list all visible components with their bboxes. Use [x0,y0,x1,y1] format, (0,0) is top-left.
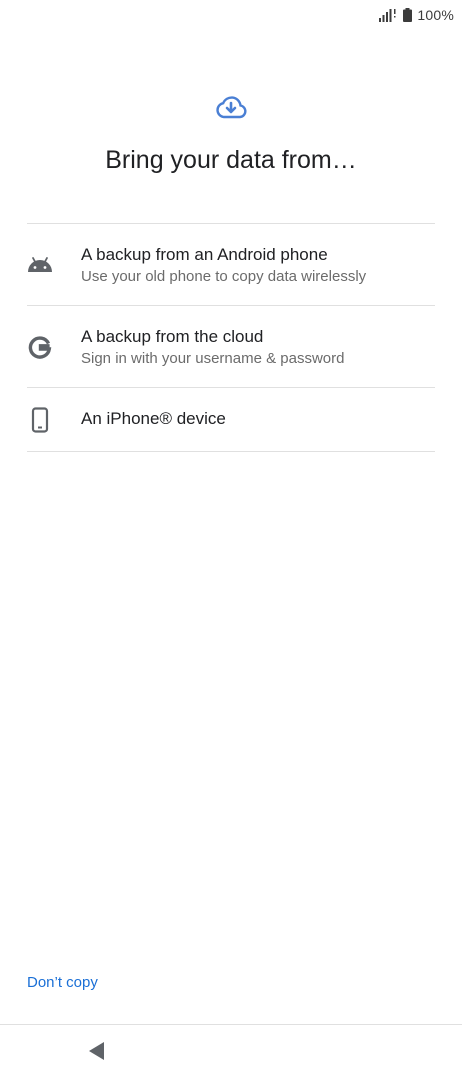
battery-icon [403,8,413,22]
option-iphone-device[interactable]: An iPhone® device [27,388,435,452]
option-title: A backup from the cloud [81,327,264,346]
page-title: Bring your data from… [105,146,357,174]
option-cloud-backup[interactable]: A backup from the cloud Sign in with you… [27,306,435,388]
nav-divider [0,1024,462,1025]
cloud-download-icon [216,96,247,119]
back-icon[interactable] [86,1040,108,1062]
dont-copy-button[interactable]: Don’t copy [27,974,98,991]
battery-percent: 100% [417,7,454,23]
option-android-backup[interactable]: A backup from an Android phone Use your … [27,224,435,306]
option-title: A backup from an Android phone [81,245,328,264]
screen: 100% Bring your data from… A backup from… [0,0,462,1078]
phone-icon [31,407,49,433]
signal-icon [379,9,396,22]
option-subtitle: Sign in with your username & password [81,350,345,367]
android-icon [28,257,52,272]
option-list: A backup from an Android phone Use your … [27,223,435,452]
option-subtitle: Use your old phone to copy data wireless… [81,268,367,285]
google-icon [28,336,52,359]
status-bar: 100% [0,0,462,30]
option-title: An iPhone® device [81,409,226,428]
